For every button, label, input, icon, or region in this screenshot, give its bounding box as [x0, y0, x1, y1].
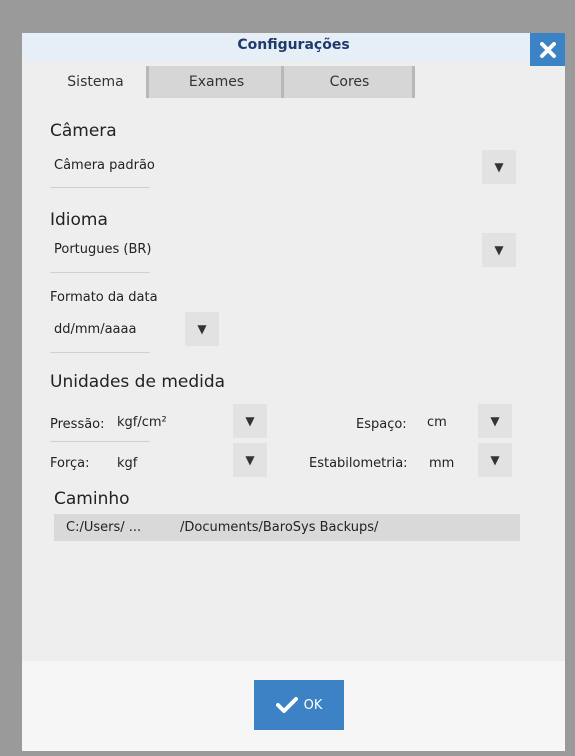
- camera-dropdown-button[interactable]: ▼: [482, 150, 516, 184]
- units-label: Unidades de medida: [50, 372, 226, 392]
- language-dropdown-button[interactable]: ▼: [482, 233, 516, 267]
- date-format-underline: [50, 352, 150, 353]
- path-value-start: C:/Users/ ...: [66, 520, 142, 535]
- force-dropdown-button[interactable]: ▼: [233, 443, 267, 477]
- pressure-select-value[interactable]: kgf/cm²: [117, 415, 167, 430]
- close-icon: [539, 41, 556, 58]
- tab-sistema-label: Sistema: [67, 74, 124, 90]
- force-label: Força:: [50, 456, 90, 471]
- date-format-dropdown-button[interactable]: ▼: [185, 312, 219, 346]
- path-value-end: /Documents/BaroSys Backups/: [180, 520, 379, 535]
- ok-label: OK: [303, 697, 323, 713]
- dropdown-arrow-icon: ▼: [490, 414, 500, 428]
- dropdown-arrow-icon: ▼: [245, 414, 255, 428]
- tab-divider: [412, 66, 415, 98]
- tab-exames[interactable]: Exames: [149, 66, 284, 98]
- pressure-dropdown-button[interactable]: ▼: [233, 404, 267, 438]
- stabilometry-select-value[interactable]: mm: [429, 456, 454, 471]
- dropdown-arrow-icon: ▼: [494, 160, 504, 174]
- space-dropdown-button[interactable]: ▼: [478, 404, 512, 438]
- settings-dialog: Configurações Sistema Exames Cores Câmer…: [22, 33, 565, 751]
- tab-exames-label: Exames: [188, 74, 245, 90]
- camera-select-value[interactable]: Câmera padrão: [54, 158, 155, 173]
- dropdown-arrow-icon: ▼: [245, 453, 255, 467]
- camera-underline: [50, 187, 150, 188]
- ok-button[interactable]: OK: [254, 680, 344, 730]
- tab-cores[interactable]: Cores: [284, 66, 415, 98]
- stabilometry-dropdown-button[interactable]: ▼: [478, 443, 512, 477]
- language-underline: [50, 272, 150, 273]
- language-label: Idioma: [50, 210, 108, 230]
- path-field[interactable]: C:/Users/ ... /Documents/BaroSys Backups…: [54, 514, 520, 541]
- date-format-label: Formato da data: [50, 290, 158, 305]
- pressure-underline: [50, 441, 150, 442]
- space-label: Espaço:: [356, 417, 407, 432]
- dropdown-arrow-icon: ▼: [494, 243, 504, 257]
- dropdown-arrow-icon: ▼: [490, 453, 500, 467]
- language-select-value[interactable]: Portugues (BR): [54, 242, 152, 257]
- title-bar: Configurações: [22, 33, 565, 61]
- checkmark-icon: [275, 697, 298, 713]
- space-select-value[interactable]: cm: [427, 415, 447, 430]
- dialog-title: Configurações: [237, 37, 350, 53]
- tab-cores-label: Cores: [329, 74, 370, 90]
- close-button[interactable]: [530, 33, 565, 66]
- date-format-select-value[interactable]: dd/mm/aaaa: [54, 322, 136, 337]
- force-select-value[interactable]: kgf: [117, 456, 137, 471]
- camera-label: Câmera: [50, 121, 117, 141]
- pressure-label: Pressão:: [50, 417, 105, 432]
- tab-sistema[interactable]: Sistema: [42, 66, 149, 98]
- stabilometry-label: Estabilometria:: [309, 456, 408, 471]
- path-label: Caminho: [54, 489, 130, 509]
- dropdown-arrow-icon: ▼: [197, 322, 207, 336]
